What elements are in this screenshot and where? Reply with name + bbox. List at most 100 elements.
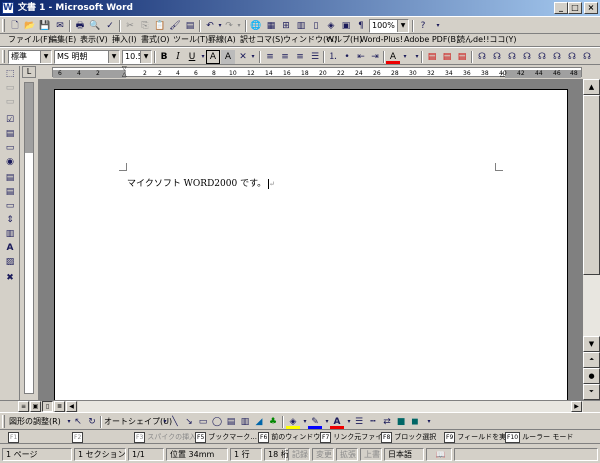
select-objects-icon[interactable]: ⬚ [3, 68, 17, 80]
chevron-down-icon[interactable]: ▼ [40, 51, 51, 63]
scroll-up-button[interactable]: ▲ [583, 79, 600, 95]
font-select[interactable]: MS 明朝 ▼ [54, 50, 120, 64]
wordart-icon[interactable]: ◢ [252, 415, 266, 429]
status-extend[interactable]: 拡張 [336, 448, 358, 461]
status-track-changes[interactable]: 変更 [312, 448, 334, 461]
distribute-icon[interactable]: ☰ [308, 50, 322, 64]
scroll-thumb[interactable] [583, 95, 600, 275]
toolbar-options-icon[interactable]: ▾ [431, 19, 445, 33]
chevron-down-icon[interactable]: ▼ [108, 51, 119, 63]
menu-tools[interactable]: ツール(T) [173, 34, 208, 46]
fkey-f10[interactable]: F10 ルーラー モード [505, 431, 573, 443]
next-page-button[interactable]: ⏷ [583, 384, 600, 400]
menu-insert[interactable]: 挿入(I) [112, 34, 137, 46]
copy-icon[interactable]: ⎘ [138, 19, 152, 33]
print-layout-button[interactable]: ▯ [42, 401, 53, 412]
print-preview-icon[interactable]: 🔍 [88, 19, 102, 33]
status-language[interactable]: 日本語 [384, 448, 424, 461]
status-overwrite[interactable]: 上書 [360, 448, 382, 461]
frame2-icon[interactable]: ▭ [3, 96, 17, 108]
insert-excel-icon[interactable]: ▥ [294, 19, 308, 33]
read-line-icon[interactable]: ☊ [505, 50, 519, 64]
paste-icon[interactable]: 📋 [153, 19, 167, 33]
minimize-button[interactable]: _ [554, 2, 568, 14]
document-area[interactable]: マイクソフト WORD2000 です。 ↵ [38, 79, 583, 400]
open-folder-icon[interactable]: 📂 [23, 19, 37, 33]
maximize-button[interactable]: □ [568, 2, 582, 14]
style-select[interactable]: 標準 ▼ [8, 50, 52, 64]
menu-translate[interactable]: 訳せコマ(S) [240, 34, 283, 46]
spelling-status-icon[interactable]: 📖 [426, 448, 452, 461]
bold-button[interactable]: B [157, 50, 171, 64]
read-settings-icon[interactable]: ☊ [565, 50, 579, 64]
vertical-scrollbar[interactable]: ▲ ▼ ⏶ ● ⏷ [583, 79, 600, 400]
button-control-icon[interactable]: ▭ [3, 142, 17, 154]
decrease-indent-icon[interactable]: ⇤ [354, 50, 368, 64]
read-all-icon[interactable]: ☊ [535, 50, 549, 64]
fkey-f8[interactable]: F8 ブロック選択 [381, 431, 436, 443]
save-icon[interactable]: 💾 [38, 19, 52, 33]
chevron-down-icon[interactable]: ▼ [397, 20, 408, 32]
oval-icon[interactable]: ◯ [210, 415, 224, 429]
menu-help[interactable]: ヘルプ(H) [326, 34, 362, 46]
checkbox-icon[interactable]: ☑ [3, 114, 17, 126]
show-hide-icon[interactable]: ¶ [354, 19, 368, 33]
char-shading-button[interactable]: A [221, 50, 235, 64]
label-icon[interactable]: A [3, 242, 17, 254]
textbox-control-icon[interactable]: ▤ [3, 128, 17, 140]
menu-file[interactable]: ファイル(F) [8, 34, 51, 46]
status-record-macro[interactable]: 記録 [288, 448, 310, 461]
vertical-text-box-icon[interactable]: ▥ [238, 415, 252, 429]
zoom-select[interactable]: 100% ▼ [369, 19, 409, 33]
option-button-icon[interactable]: ◉ [3, 156, 17, 168]
pdf-email-icon[interactable]: ▤ [440, 50, 454, 64]
clipboard-icon[interactable]: ▤ [183, 19, 197, 33]
bullets-icon[interactable]: • [340, 50, 354, 64]
chevron-down-icon[interactable]: ▼ [140, 51, 151, 63]
font-size-select[interactable]: 10.5 ▼ [122, 50, 152, 64]
document-text[interactable]: マイクソフト WORD2000 です。 ↵ [127, 176, 275, 189]
help-icon[interactable]: ? [416, 19, 430, 33]
numbering-icon[interactable]: ⒈ [326, 50, 340, 64]
menu-table[interactable]: 罫線(A) [208, 34, 236, 46]
align-right-icon[interactable]: ≡ [293, 50, 307, 64]
draw-menu[interactable]: 図形の調整(R) [9, 416, 61, 428]
clip-art-icon[interactable]: ♣ [266, 415, 280, 429]
close-button[interactable]: × [584, 2, 598, 14]
read-page-icon[interactable]: ☊ [520, 50, 534, 64]
toolbar-options-icon[interactable]: ▾ [422, 415, 436, 429]
scroll-right-button[interactable]: ▶ [571, 401, 582, 412]
fkey-f3[interactable]: F3 スパイクの挿入 [134, 431, 196, 443]
columns-icon[interactable]: ▯ [309, 19, 323, 33]
drawing-icon[interactable]: ◈ [324, 19, 338, 33]
text-box-icon[interactable]: ▤ [224, 415, 238, 429]
scroll-bar-icon[interactable]: ▥ [3, 228, 17, 240]
horizontal-ruler[interactable]: 6 4 2 2 2 4 6 8 10 12 14 16 18 20 22 24 … [38, 66, 600, 78]
fkey-f2[interactable]: F2 [72, 431, 85, 443]
outline-view-button[interactable]: ≣ [54, 401, 65, 412]
arrow-icon[interactable]: ↘ [182, 415, 196, 429]
3d-icon[interactable]: ◼ [408, 415, 422, 429]
redo-dropdown-icon[interactable]: ▾ [232, 19, 246, 33]
fkey-f9[interactable]: F9 フィールドを実... [444, 431, 513, 443]
new-document-icon[interactable]: 🗋 [8, 19, 22, 33]
normal-view-button[interactable]: ≡ [18, 401, 29, 412]
char-border-button[interactable]: A [206, 50, 220, 64]
char-scale-dropdown-icon[interactable]: ▾ [246, 50, 260, 64]
fkey-f7[interactable]: F7 リンク元ファイ... [320, 431, 389, 443]
vertical-ruler[interactable] [21, 78, 37, 400]
read-help-icon[interactable]: ☊ [580, 50, 594, 64]
menu-format[interactable]: 書式(O) [141, 34, 170, 46]
shadow-icon[interactable]: ■ [394, 415, 408, 429]
spelling-check-icon[interactable]: ✓ [103, 19, 117, 33]
align-justify-icon[interactable]: ≡ [263, 50, 277, 64]
menu-edit[interactable]: 編集(E) [49, 34, 76, 46]
insert-table-icon[interactable]: ⊞ [279, 19, 293, 33]
align-center-icon[interactable]: ≡ [278, 50, 292, 64]
print-icon[interactable]: 🖶 [73, 19, 87, 33]
scroll-down-button[interactable]: ▼ [583, 336, 600, 352]
word-app-icon[interactable]: W [2, 2, 14, 14]
scroll-left-button[interactable]: ◀ [66, 401, 77, 412]
menu-view[interactable]: 表示(V) [80, 34, 108, 46]
frame-icon[interactable]: ▭ [3, 82, 17, 94]
